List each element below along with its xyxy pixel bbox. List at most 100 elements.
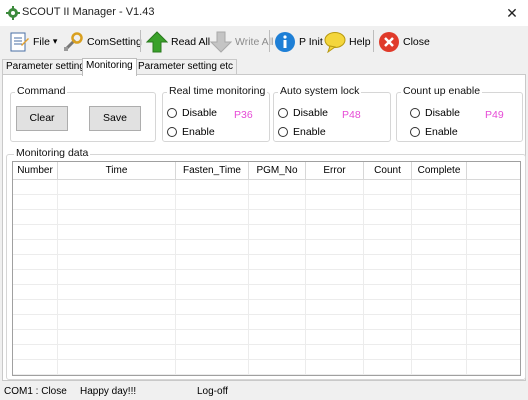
write-all-label: Write All xyxy=(235,35,274,48)
autolock-disable-radio[interactable]: Disable xyxy=(278,107,328,119)
autolock-enable-radio[interactable]: Enable xyxy=(278,126,326,138)
countup-enable-radio[interactable]: Enable xyxy=(410,126,458,138)
column-header-count[interactable]: Count xyxy=(364,162,412,180)
realtime-monitoring-group: Real time monitoring Disable Enable P36 xyxy=(162,85,270,142)
table-cell xyxy=(306,360,364,375)
column-header-complete[interactable]: Complete xyxy=(412,162,467,180)
column-header-filler xyxy=(467,162,520,180)
tab-parameter-setting[interactable]: Parameter setting xyxy=(2,59,89,75)
table-cell xyxy=(249,300,306,315)
table-cell xyxy=(58,330,176,345)
toolbar-separator xyxy=(269,30,270,52)
autolock-param-code: P48 xyxy=(342,109,361,121)
table-cell xyxy=(412,255,467,270)
table-cell xyxy=(467,330,520,345)
table-cell xyxy=(412,180,467,195)
realtime-param-code: P36 xyxy=(234,109,253,121)
table-cell xyxy=(467,225,520,240)
table-cell xyxy=(13,225,58,240)
column-header-number[interactable]: Number xyxy=(13,162,58,180)
window-title: SCOUT II Manager - V1.43 xyxy=(22,6,155,18)
command-group-title: Command xyxy=(15,85,68,97)
table-cell xyxy=(306,300,364,315)
table-cell xyxy=(249,180,306,195)
table-cell xyxy=(306,285,364,300)
table-cell xyxy=(13,315,58,330)
tab-monitoring[interactable]: Monitoring xyxy=(82,58,137,76)
table-cell xyxy=(412,225,467,240)
table-cell xyxy=(13,330,58,345)
table-row[interactable] xyxy=(13,255,520,270)
table-cell xyxy=(467,345,520,360)
table-cell xyxy=(364,300,412,315)
close-button[interactable]: Close xyxy=(378,28,430,55)
table-cell xyxy=(13,240,58,255)
p-init-button[interactable]: P Init xyxy=(274,28,323,55)
file-menu-button[interactable]: File ▾ xyxy=(8,28,57,55)
table-cell xyxy=(306,345,364,360)
table-row[interactable] xyxy=(13,240,520,255)
arrow-up-icon xyxy=(146,30,168,52)
table-cell xyxy=(58,360,176,375)
table-row[interactable] xyxy=(13,180,520,195)
monitoring-data-grid[interactable]: Number Time Fasten_Time PGM_No Error Cou… xyxy=(12,161,521,376)
table-cell xyxy=(306,330,364,345)
table-cell xyxy=(249,270,306,285)
table-cell xyxy=(176,225,249,240)
table-cell xyxy=(467,270,520,285)
table-cell xyxy=(249,195,306,210)
column-header-time[interactable]: Time xyxy=(58,162,176,180)
comsetting-button[interactable]: ComSetting xyxy=(62,28,142,55)
table-cell xyxy=(176,285,249,300)
table-cell xyxy=(412,285,467,300)
table-cell xyxy=(249,360,306,375)
countup-disable-radio[interactable]: Disable xyxy=(410,107,460,119)
title-bar: SCOUT II Manager - V1.43 ✕ xyxy=(0,0,528,26)
autolock-group-title: Auto system lock xyxy=(278,85,362,97)
chevron-down-icon: ▾ xyxy=(52,36,58,46)
column-header-fasten-time[interactable]: Fasten_Time xyxy=(176,162,249,180)
tab-parameter-setting-etc[interactable]: Parameter setting etc xyxy=(134,59,238,75)
table-row[interactable] xyxy=(13,330,520,345)
radio-circle xyxy=(278,108,288,118)
arrow-down-icon xyxy=(210,31,232,53)
table-cell xyxy=(13,270,58,285)
table-cell xyxy=(13,210,58,225)
table-row[interactable] xyxy=(13,210,520,225)
clear-button[interactable]: Clear xyxy=(16,106,68,131)
save-button[interactable]: Save xyxy=(89,106,141,131)
toolbar-separator xyxy=(373,30,374,52)
table-row[interactable] xyxy=(13,270,520,285)
toolbar-separator xyxy=(140,30,141,52)
column-header-error[interactable]: Error xyxy=(306,162,364,180)
read-all-button[interactable]: Read All xyxy=(146,28,210,55)
table-cell xyxy=(249,210,306,225)
table-cell xyxy=(58,285,176,300)
table-cell xyxy=(412,345,467,360)
read-all-label: Read All xyxy=(171,35,211,48)
table-row[interactable] xyxy=(13,285,520,300)
table-cell xyxy=(176,315,249,330)
table-row[interactable] xyxy=(13,300,520,315)
table-row[interactable] xyxy=(13,315,520,330)
table-row[interactable] xyxy=(13,195,520,210)
status-login: Log-off xyxy=(197,386,228,397)
table-row[interactable] xyxy=(13,360,520,375)
info-icon xyxy=(275,31,295,52)
table-row[interactable] xyxy=(13,225,520,240)
command-group: Command Clear Save xyxy=(10,85,156,142)
radio-label: Disable xyxy=(182,107,218,119)
table-cell xyxy=(176,300,249,315)
column-header-pgm-no[interactable]: PGM_No xyxy=(249,162,306,180)
radio-circle xyxy=(167,127,177,137)
window-close-button[interactable]: ✕ xyxy=(498,2,526,24)
realtime-enable-radio[interactable]: Enable xyxy=(167,126,215,138)
help-button[interactable]: Help xyxy=(324,28,371,55)
write-all-button[interactable]: Write All xyxy=(210,28,273,55)
table-row[interactable] xyxy=(13,345,520,360)
realtime-disable-radio[interactable]: Disable xyxy=(167,107,217,119)
status-bar: COM1 : Close Happy day!!! Log-off xyxy=(0,383,528,400)
table-cell xyxy=(467,360,520,375)
table-cell xyxy=(306,315,364,330)
file-icon xyxy=(10,32,29,51)
